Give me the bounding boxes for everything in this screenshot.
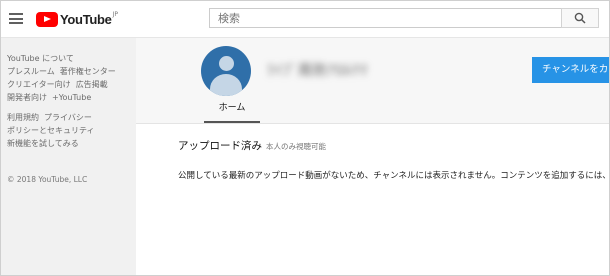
- sidebar-row: 開発者向け +YouTube: [7, 92, 96, 103]
- link-press[interactable]: プレスルーム: [7, 67, 55, 76]
- link-plus-youtube[interactable]: +YouTube: [52, 93, 91, 102]
- youtube-logo[interactable]: YouTube JP: [36, 10, 118, 28]
- empty-uploads-message: 公開している最新のアップロード動画がないため、チャンネルには表示されません。コン…: [178, 171, 610, 181]
- link-about[interactable]: YouTube について: [7, 54, 74, 63]
- sidebar-row: YouTube について: [7, 53, 79, 64]
- sidebar: YouTube について プレスルーム 著作権センター クリエイター向け 広告掲載 …: [1, 38, 136, 275]
- avatar-head-icon: [219, 56, 234, 71]
- play-icon: [36, 11, 58, 27]
- link-advertise[interactable]: 広告掲載: [76, 80, 108, 89]
- channel-name: ﾗｲﾌﾞ周防ｱﾛﾙｸﾏ: [267, 63, 368, 79]
- tab-home[interactable]: ホーム: [204, 99, 260, 123]
- section-heading: アップロード済み 本人のみ視聴可能: [178, 138, 326, 153]
- section-visibility-note: 本人のみ視聴可能: [266, 142, 326, 151]
- top-bar: YouTube JP: [1, 1, 609, 38]
- sidebar-row: プレスルーム 著作権センター: [7, 66, 121, 77]
- link-creators[interactable]: クリエイター向け: [7, 80, 71, 89]
- link-test-features[interactable]: 新機能を試してみる: [7, 139, 79, 148]
- sidebar-row: ポリシーとセキュリティ: [7, 125, 100, 136]
- section-title: アップロード済み: [178, 140, 262, 152]
- main-content: ﾗｲﾌﾞ周防ｱﾛﾙｸﾏ チャンネルをカスタマイズ ホーム アップロード済み本人の…: [136, 38, 610, 275]
- logo-text: YouTube: [60, 11, 112, 27]
- customize-channel-button[interactable]: チャンネルをカスタマイズ: [532, 57, 609, 83]
- menu-icon[interactable]: [9, 13, 23, 24]
- search-input[interactable]: [209, 8, 561, 28]
- link-privacy[interactable]: プライバシー: [44, 113, 92, 122]
- avatar-body-icon: [210, 74, 242, 96]
- link-developers[interactable]: 開発者向け: [7, 93, 47, 102]
- sidebar-row: 利用規約 プライバシー: [7, 112, 97, 123]
- link-terms[interactable]: 利用規約: [7, 113, 39, 122]
- search-icon: [574, 12, 586, 24]
- search-button[interactable]: [561, 8, 599, 28]
- copyright-text: © 2018 YouTube, LLC: [7, 175, 88, 184]
- link-policy-safety[interactable]: ポリシーとセキュリティ: [7, 126, 95, 135]
- link-copyright[interactable]: 著作権センター: [60, 67, 116, 76]
- browser-frame: YouTube JP YouTube について プレスルーム著作権センター クリ…: [0, 0, 610, 276]
- logo-region: JP: [112, 11, 118, 18]
- sidebar-row: 新機能を試してみる: [7, 138, 84, 149]
- channel-header: ﾗｲﾌﾞ周防ｱﾛﾙｸﾏ チャンネルをカスタマイズ ホーム: [136, 38, 609, 124]
- sidebar-row: クリエイター向け 広告掲載: [7, 79, 113, 90]
- channel-avatar[interactable]: [201, 46, 251, 96]
